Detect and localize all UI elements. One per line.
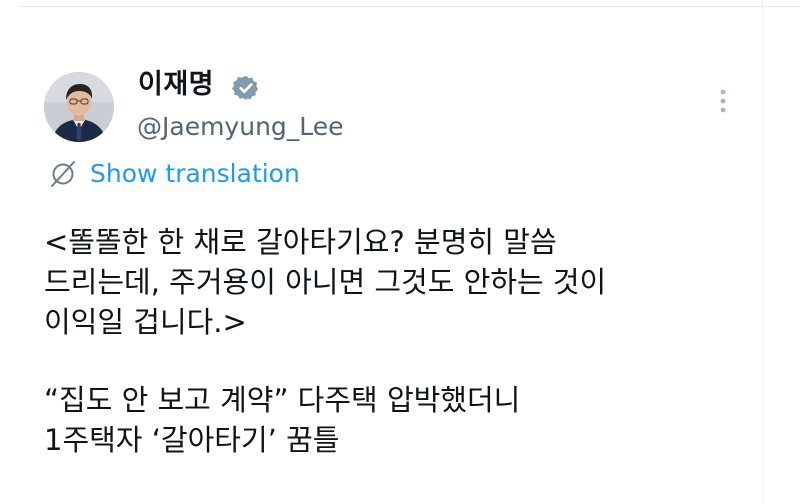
- tweet-text: <똘똘한 한 채로 갈아타기요? 분명히 말씀 드리는데, 주거용이 아니면 그…: [44, 222, 754, 460]
- globe-icon: [51, 161, 75, 187]
- tweet-line: “집도 안 보고 계약” 다주택 압박했더니: [44, 383, 521, 417]
- more-vertical-icon[interactable]: [711, 86, 735, 116]
- show-translation-label[interactable]: Show translation: [90, 157, 300, 191]
- verified-badge-icon: [232, 75, 259, 101]
- tweet-line-break: [44, 342, 754, 380]
- column-border: [762, 0, 763, 504]
- author-handle[interactable]: @Jaemyung_Lee: [137, 110, 344, 144]
- show-translation-button[interactable]: Show translation: [48, 156, 300, 192]
- top-divider: [20, 6, 800, 7]
- author-display-name[interactable]: 이재명: [138, 66, 214, 104]
- avatar[interactable]: [44, 72, 114, 142]
- tweet-line: <똘똘한 한 채로 갈아타기요? 분명히 말씀: [44, 225, 557, 259]
- tweet-line: 1주택자 ‘갈아타기’ 꿈틀: [44, 423, 340, 457]
- tweet-line: 드리는데, 주거용이 아니면 그것도 안하는 것이: [44, 265, 607, 299]
- tweet-line: 이익일 겁니다.>: [44, 305, 247, 339]
